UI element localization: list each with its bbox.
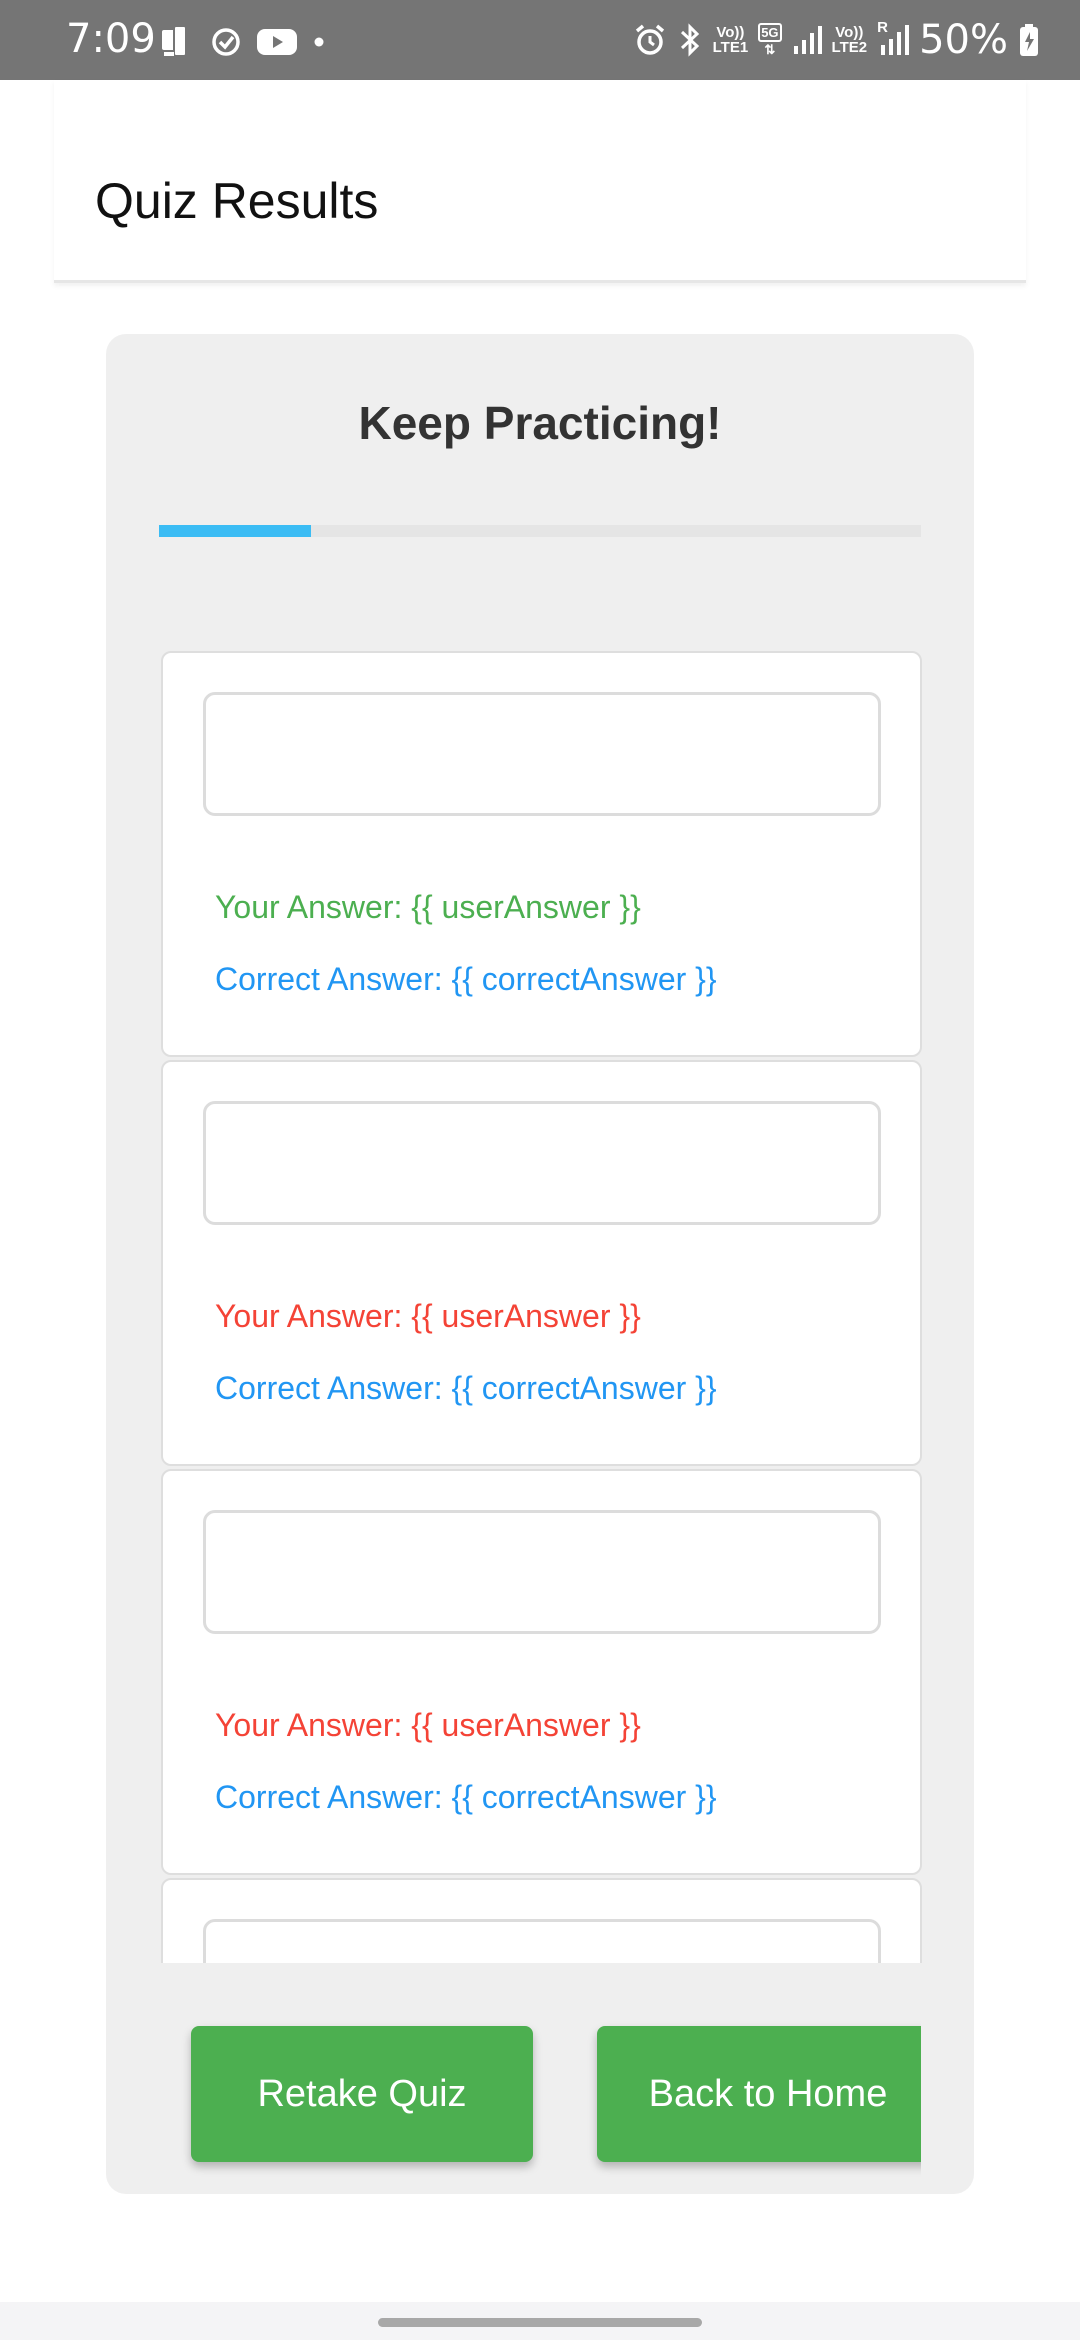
dot-icon <box>314 37 324 47</box>
status-time: 7:09 <box>66 16 156 62</box>
check-circle-icon <box>212 28 240 56</box>
system-icons: Vo)) LTE1 5G ⇅ Vo)) LTE2 R 50% <box>633 14 1040 66</box>
youtube-icon <box>257 29 297 55</box>
results-card: Keep Practicing! Your Answer: {{ userAns… <box>106 334 974 2194</box>
retake-quiz-button[interactable]: Retake Quiz <box>191 2026 533 2162</box>
signal-roaming-indicator: R <box>877 19 910 57</box>
home-gesture-handle[interactable] <box>378 2318 702 2327</box>
battery-charging-icon <box>1020 24 1038 56</box>
data-arrows-icon: ⇅ <box>764 42 776 57</box>
signal-icon <box>793 26 822 54</box>
status-bar: 7:09 Vo)) LTE1 5G ⇅ Vo)) LTE2 R 50% <box>0 0 1080 80</box>
battery-percent: 50% <box>919 17 1008 63</box>
alarm-icon <box>635 24 664 55</box>
phone-screen-icon <box>162 25 187 57</box>
signal-icon <box>881 25 910 55</box>
sim1-indicator: Vo)) LTE1 <box>713 25 749 55</box>
action-buttons: Retake Quiz Back to Home <box>106 334 921 2194</box>
sim2-lte-label: LTE2 <box>831 39 868 56</box>
bluetooth-icon <box>680 23 699 57</box>
network-5g-indicator: 5G ⇅ <box>758 23 782 57</box>
sim2-indicator: Vo)) LTE2 <box>832 25 868 55</box>
app-header: Quiz Results <box>54 80 1026 283</box>
sim1-volte-label: Vo)) <box>716 24 745 41</box>
sim1-lte-label: LTE1 <box>712 39 749 56</box>
back-to-home-button[interactable]: Back to Home <box>597 2026 921 2162</box>
sim2-volte-label: Vo)) <box>835 24 864 41</box>
network-5g-label: 5G <box>758 23 782 42</box>
notification-icons <box>160 22 326 62</box>
page-title: Quiz Results <box>95 173 379 229</box>
navigation-bar <box>0 2302 1080 2340</box>
